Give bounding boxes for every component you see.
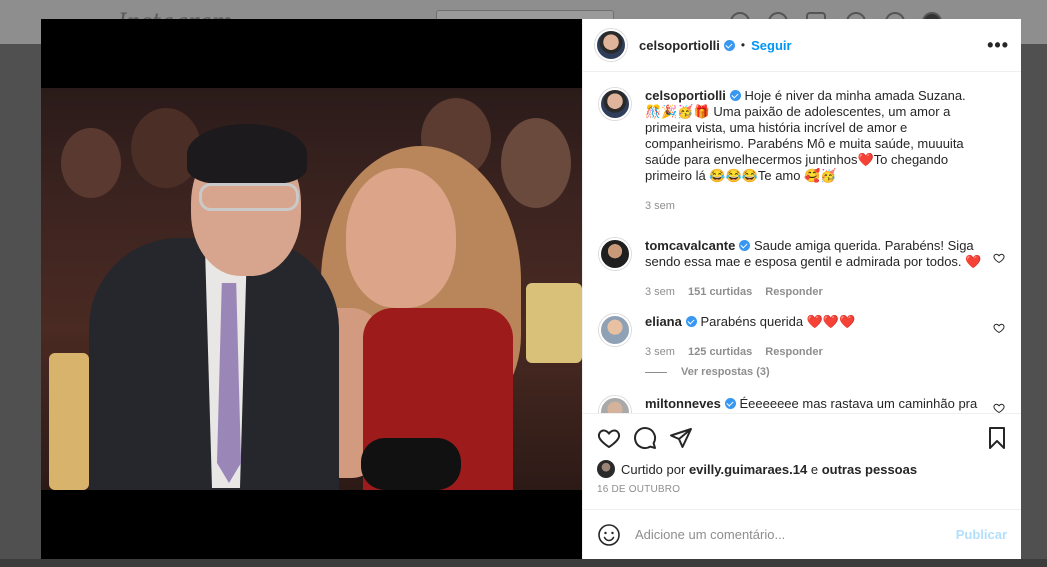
author-avatar[interactable] [595, 29, 627, 61]
post-actions: Curtido por evilly.guimaraes.14 e outras… [583, 413, 1021, 509]
like-heart-icon[interactable] [597, 426, 621, 450]
caption-time[interactable]: 3 sem [645, 200, 675, 212]
comment-row: miltonneves Éeeeeeee mas rastava um cami… [599, 396, 1005, 413]
black-glove [361, 438, 461, 490]
verified-badge-icon [685, 316, 697, 327]
comment-like-heart-icon[interactable] [993, 322, 1005, 334]
seat [49, 353, 89, 490]
verified-badge-icon [729, 90, 741, 101]
post-media[interactable] [41, 19, 582, 559]
liked-by-conj: e [810, 461, 819, 477]
liker-avatar[interactable] [597, 460, 615, 478]
verified-badge-icon [723, 39, 735, 51]
comment-like-heart-icon[interactable] [993, 402, 1005, 413]
verified-badge-icon [739, 240, 751, 251]
man-hair [187, 124, 307, 184]
author-username[interactable]: celsoportiolli [639, 38, 720, 53]
liked-by-prefix: Curtido por [621, 461, 686, 477]
post-modal: celsoportiolli • Seguir ••• celsoportiol… [41, 19, 1021, 559]
author-avatar[interactable] [599, 88, 631, 120]
caption-username[interactable]: celsoportiolli [645, 88, 726, 103]
post-header: celsoportiolli • Seguir ••• [583, 19, 1021, 72]
replies-line [645, 371, 667, 373]
emoji-icon[interactable] [597, 523, 621, 547]
crowd-person [61, 128, 121, 198]
comment-likes[interactable]: 151 curtidas [688, 286, 752, 298]
background-footer [0, 559, 1047, 567]
view-replies-label[interactable]: Ver respostas (3) [681, 366, 770, 378]
comment-username[interactable]: eliana [645, 314, 682, 329]
comment-input[interactable] [635, 527, 956, 542]
action-icons [597, 422, 1009, 454]
view-replies-button[interactable]: Ver respostas (3) [645, 366, 1005, 378]
post-date[interactable]: 16 DE OUTUBRO [597, 484, 1009, 509]
comment-text: Éeeeeeee mas rastava um caminhão pra [739, 396, 978, 411]
separator-dot: • [740, 38, 746, 52]
liker-username[interactable]: evilly.guimaraes.14 [689, 462, 807, 477]
comment-text: Parabéns querida ❤️❤️❤️ [700, 314, 856, 329]
comments-list[interactable]: celsoportiolli Hoje é niver da minha ama… [583, 72, 1021, 413]
comment-username[interactable]: tomcavalcante [645, 238, 735, 253]
reply-button[interactable]: Responder [765, 346, 822, 358]
comment-likes[interactable]: 125 curtidas [688, 346, 752, 358]
follow-button[interactable]: Seguir [751, 38, 791, 53]
comment-username[interactable]: miltonneves [645, 396, 721, 411]
comment-time[interactable]: 3 sem [645, 346, 675, 358]
bookmark-icon[interactable] [985, 426, 1009, 450]
commenter-avatar[interactable] [599, 396, 631, 413]
publish-button[interactable]: Publicar [956, 527, 1007, 542]
comment-time[interactable]: 3 sem [645, 286, 675, 298]
share-paper-plane-icon[interactable] [669, 426, 693, 450]
post-sidebar: celsoportiolli • Seguir ••• celsoportiol… [582, 19, 1021, 559]
liked-by: Curtido por evilly.guimaraes.14 e outras… [597, 460, 1009, 478]
commenter-avatar[interactable] [599, 238, 631, 270]
post-photo[interactable] [41, 88, 582, 490]
others-link[interactable]: outras pessoas [822, 462, 917, 477]
crowd-person [501, 118, 571, 208]
commenter-avatar[interactable] [599, 314, 631, 346]
add-comment-bar: Publicar [583, 509, 1021, 559]
reply-button[interactable]: Responder [765, 286, 822, 298]
comment-row: eliana Parabéns querida ❤️❤️❤️ 3 sem 125… [599, 314, 1005, 360]
comment-row: tomcavalcante Saude amiga querida. Parab… [599, 238, 1005, 300]
comment-like-heart-icon[interactable] [993, 252, 1005, 264]
more-options-icon[interactable]: ••• [987, 35, 1009, 56]
seat [526, 283, 582, 363]
man-glasses [199, 183, 299, 211]
comment-bubble-icon[interactable] [633, 426, 657, 450]
verified-badge-icon [724, 398, 736, 409]
caption: celsoportiolli Hoje é niver da minha ama… [599, 88, 1005, 224]
woman-face [346, 168, 456, 308]
